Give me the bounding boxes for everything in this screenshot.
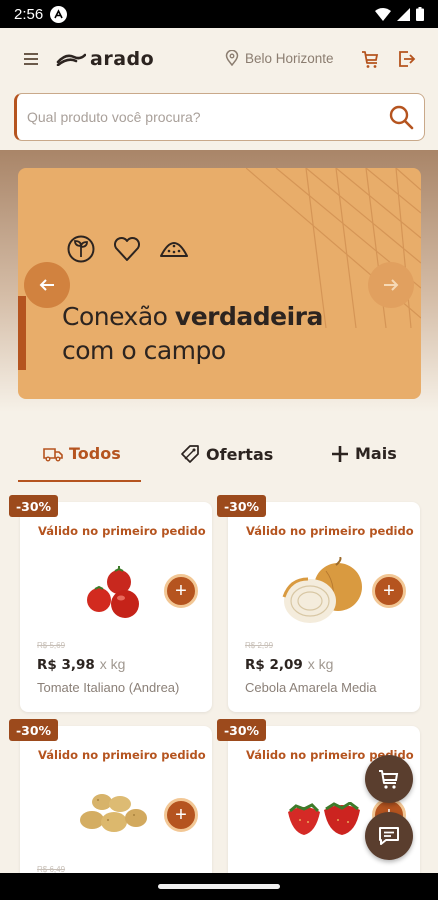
banner-headline: Conexão verdadeira com o campo (62, 300, 323, 368)
product-name: Cebola Amarela Media (245, 680, 377, 695)
price-line: R$ 2,09 x kg (245, 656, 333, 673)
tab-mais[interactable]: Mais (331, 444, 397, 463)
product-image-potato (80, 794, 147, 832)
menu-icon[interactable] (24, 53, 38, 65)
tab-todos[interactable]: Todos (43, 444, 121, 463)
tab-ofertas-label: Ofertas (206, 444, 274, 464)
headline-line2: com o campo (62, 336, 226, 365)
cart-icon[interactable] (359, 48, 381, 70)
category-tabs: Todos Ofertas Mais (0, 428, 438, 484)
location-selector[interactable]: Belo Horizonte (225, 50, 334, 66)
promo-text: Válido no primeiro pedido (246, 524, 414, 538)
headline-bold: verdadeira (174, 302, 323, 331)
price-unit: x kg (99, 656, 126, 672)
logo-mark-icon (56, 53, 86, 66)
carousel-next-button[interactable] (368, 262, 414, 308)
promo-banner[interactable]: Conexão verdadeira com o campo (18, 168, 421, 399)
old-price: R$ 5,69 (37, 641, 66, 650)
logo-text: arado (90, 48, 155, 70)
old-price: R$ 2,99 (245, 641, 274, 650)
product-name: Tomate Italiano (Andrea) (37, 680, 180, 695)
product-image-strawberry (288, 802, 360, 835)
battery-icon (416, 7, 424, 21)
price: R$ 3,98 (37, 657, 95, 673)
wifi-icon (375, 7, 391, 21)
discount-badge: -30% (9, 719, 58, 741)
add-to-cart-button[interactable]: + (372, 574, 406, 608)
discount-badge: -30% (9, 495, 58, 517)
arrow-right-icon (384, 279, 399, 291)
app-header: arado Belo Horizonte (0, 28, 438, 150)
product-image-onion (282, 557, 362, 623)
truck-icon (43, 447, 63, 461)
login-icon[interactable] (395, 48, 417, 70)
location-label: Belo Horizonte (245, 50, 334, 66)
status-time: 2:56 (14, 5, 44, 23)
search-bar[interactable] (14, 93, 425, 141)
chat-icon (379, 827, 399, 845)
product-card[interactable]: Válido no primeiro pedido + R$ 2,99 R$ 2… (228, 502, 420, 712)
add-to-cart-button[interactable]: + (164, 574, 198, 608)
product-card[interactable]: Válido no primeiro pedido + R$ 5,69 R$ 3… (20, 502, 212, 712)
notification-icon (50, 5, 68, 23)
brand-logo[interactable]: arado (56, 48, 154, 70)
product-card[interactable]: Válido no primeiro pedido + R$ 6,49 (20, 726, 212, 886)
home-gesture-pill[interactable] (158, 884, 280, 889)
heart-icon (113, 236, 141, 261)
active-tab-indicator (18, 480, 141, 482)
tag-icon (181, 445, 199, 463)
promo-text: Válido no primeiro pedido (38, 748, 206, 762)
plus-icon (332, 445, 348, 462)
banner-icon-row (66, 234, 190, 264)
price-unit: x kg (307, 656, 334, 672)
location-pin-icon (225, 50, 239, 66)
product-image-tomato (87, 566, 139, 618)
headline-regular: Conexão (62, 302, 175, 331)
price-line: R$ 3,98 x kg (37, 656, 125, 673)
tab-ofertas[interactable]: Ofertas (180, 444, 273, 464)
arrow-left-icon (39, 279, 54, 291)
signal-icon (397, 7, 410, 21)
promo-text: Válido no primeiro pedido (38, 524, 206, 538)
banner-accent (18, 296, 26, 370)
floating-chat-button[interactable] (365, 812, 413, 860)
floating-cart-button[interactable] (365, 755, 413, 803)
discount-badge: -30% (217, 495, 266, 517)
tab-mais-label: Mais (355, 444, 397, 463)
add-to-cart-button[interactable]: + (164, 798, 198, 832)
search-input[interactable] (27, 109, 388, 125)
system-nav-bar (0, 873, 438, 900)
status-bar: 2:56 (0, 0, 438, 28)
search-icon[interactable] (388, 104, 414, 130)
product-card[interactable]: Válido no primeiro pedido + (228, 726, 420, 886)
discount-badge: -30% (217, 719, 266, 741)
tab-todos-label: Todos (69, 444, 121, 463)
watermelon-icon (160, 242, 188, 257)
sprout-icon (67, 235, 95, 263)
carousel-prev-button[interactable] (24, 262, 70, 308)
price: R$ 2,09 (245, 657, 303, 673)
cart-icon (379, 770, 399, 789)
